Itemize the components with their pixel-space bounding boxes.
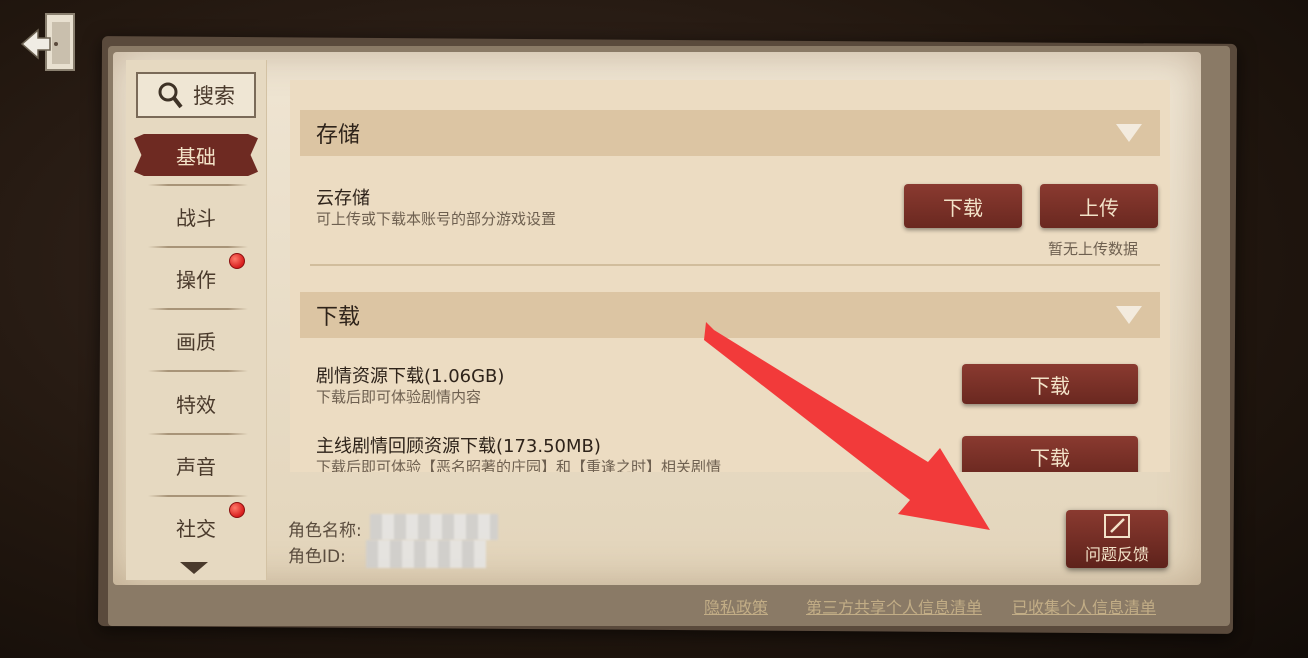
button-label: 下载 (943, 195, 983, 220)
cloud-storage-title: 云存储 (316, 188, 370, 209)
button-label: 上传 (1079, 195, 1119, 220)
section-title: 下载 (316, 305, 361, 330)
notification-badge (229, 253, 245, 269)
pen-icon (1104, 514, 1130, 538)
sidebar-item-graphics[interactable]: 画质 (140, 320, 252, 360)
cloud-storage-desc: 可上传或下载本账号的部分游戏设置 (316, 210, 557, 228)
main-story-download-button[interactable]: 下载 (962, 436, 1138, 472)
sidebar-item-label: 社交 (176, 516, 216, 541)
role-id-redacted (366, 540, 486, 568)
section-separator (310, 264, 1160, 266)
main-story-resource-title: 主线剧情回顾资源下载(173.50MB) (316, 436, 601, 457)
button-label: 下载 (1030, 445, 1070, 470)
story-resource-title: 剧情资源下载(1.06GB) (316, 366, 505, 387)
exit-button[interactable] (18, 8, 82, 78)
role-id-label: 角色ID: (288, 547, 346, 567)
exit-door-icon (20, 13, 75, 71)
sidebar-item-combat[interactable]: 战斗 (140, 196, 252, 236)
third-party-info-link[interactable]: 第三方共享个人信息清单 (806, 594, 982, 618)
sidebar-divider (148, 246, 248, 248)
sidebar-item-label: 基础 (176, 144, 216, 169)
sidebar-divider (148, 184, 248, 186)
sidebar-item-sound[interactable]: 声音 (140, 445, 252, 485)
sidebar-item-label: 声音 (176, 454, 216, 479)
collapse-triangle-icon[interactable] (1116, 124, 1142, 142)
upload-status: 暂无上传数据 (1048, 240, 1139, 258)
settings-content[interactable]: 存储 云存储 可上传或下载本账号的部分游戏设置 下载 上传 暂无上传数据 下载 … (290, 80, 1170, 472)
sidebar-divider (148, 433, 248, 435)
collapse-triangle-icon[interactable] (1116, 306, 1142, 324)
sidebar-divider (148, 495, 248, 497)
role-name-redacted (370, 514, 498, 540)
sidebar-item-effects[interactable]: 特效 (140, 383, 252, 423)
sidebar-item-label: 特效 (176, 392, 216, 417)
notification-badge (229, 502, 245, 518)
sidebar-divider (148, 370, 248, 372)
search-label: 搜索 (193, 84, 235, 108)
story-download-button[interactable]: 下载 (962, 364, 1138, 404)
role-name-label: 角色名称: (288, 521, 362, 541)
cloud-upload-button[interactable]: 上传 (1040, 184, 1158, 228)
sidebar-divider (148, 308, 248, 310)
search-button[interactable]: 搜索 (136, 72, 256, 118)
section-title: 存储 (316, 123, 361, 148)
sidebar-item-label: 操作 (176, 267, 216, 292)
feedback-label: 问题反馈 (1084, 545, 1149, 564)
scroll-down-icon[interactable] (180, 562, 208, 574)
section-header-download[interactable]: 下载 (300, 292, 1160, 338)
story-resource-desc: 下载后即可体验剧情内容 (316, 388, 482, 406)
button-label: 下载 (1030, 373, 1070, 398)
search-icon (158, 82, 183, 109)
sidebar-item-label: 画质 (176, 329, 216, 354)
section-header-storage[interactable]: 存储 (300, 110, 1160, 156)
main-story-resource-desc: 下载后即可体验【恶名昭著的庄园】和【重逢之时】相关剧情 (316, 458, 722, 472)
feedback-button[interactable]: 问题反馈 (1066, 510, 1168, 568)
cloud-download-button[interactable]: 下载 (904, 184, 1022, 228)
collected-info-link[interactable]: 已收集个人信息清单 (1012, 594, 1156, 618)
privacy-policy-link[interactable]: 隐私政策 (704, 594, 768, 618)
sidebar-item-label: 战斗 (176, 205, 216, 230)
sidebar-item-basic[interactable]: 基础 (134, 134, 258, 176)
